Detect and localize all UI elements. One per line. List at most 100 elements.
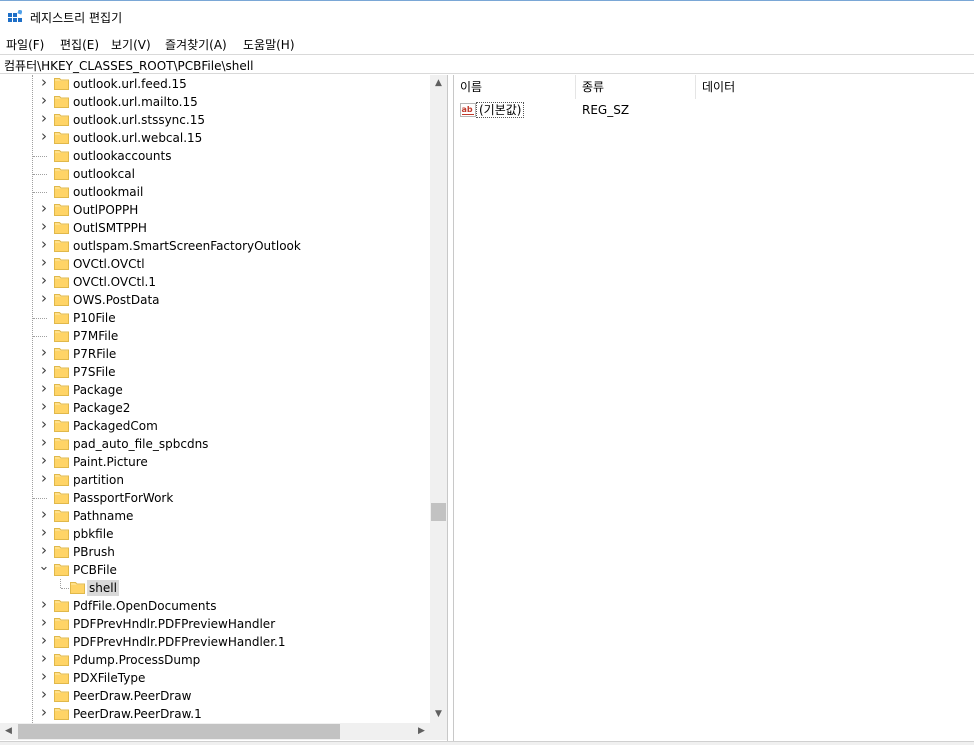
menu-view[interactable]: 보기(V) — [111, 36, 151, 53]
tree-item[interactable]: › PBrush — [0, 543, 430, 561]
chevron-right-icon[interactable]: › — [38, 633, 50, 648]
tree-item[interactable]: › outlook.url.stssync.15 — [0, 111, 430, 129]
chevron-right-icon[interactable]: › — [38, 291, 50, 306]
tree-item-label: outlookcal — [73, 167, 135, 181]
folder-icon — [54, 672, 69, 684]
tree-item[interactable]: › pad_auto_file_spbcdns — [0, 435, 430, 453]
chevron-right-icon[interactable]: › — [38, 93, 50, 108]
tree-item[interactable]: › outlook.url.mailto.15 — [0, 93, 430, 111]
column-header-data[interactable]: 데이터 — [696, 75, 816, 99]
menu-edit[interactable]: 편집(E) — [60, 36, 99, 53]
scroll-down-icon[interactable]: ▼ — [430, 706, 447, 723]
column-header-type[interactable]: 종류 — [576, 75, 696, 99]
tree-item[interactable]: › Pdump.ProcessDump — [0, 651, 430, 669]
folder-icon — [54, 384, 69, 396]
tree-item[interactable]: › Paint.Picture — [0, 453, 430, 471]
folder-icon — [54, 114, 69, 126]
tree-item[interactable]: › P7SFile — [0, 363, 430, 381]
tree-item[interactable]: › OVCtl.OVCtl.1 — [0, 273, 430, 291]
chevron-right-icon[interactable]: › — [38, 273, 50, 288]
chevron-right-icon[interactable]: › — [38, 345, 50, 360]
tree-item[interactable]: › pbkfile — [0, 525, 430, 543]
chevron-right-icon[interactable]: › — [38, 129, 50, 144]
tree-item[interactable]: › outlook.url.webcal.15 — [0, 129, 430, 147]
chevron-right-icon[interactable]: › — [38, 255, 50, 270]
chevron-right-icon[interactable]: › — [38, 201, 50, 216]
chevron-right-icon[interactable]: › — [38, 237, 50, 252]
scroll-left-icon[interactable]: ◀ — [0, 723, 17, 740]
scroll-up-icon[interactable]: ▲ — [430, 75, 447, 92]
chevron-right-icon[interactable]: › — [38, 435, 50, 450]
tree-item[interactable]: › Package — [0, 381, 430, 399]
folder-icon — [54, 510, 69, 522]
key-tree-pane[interactable]: › outlook.url.feed.15 › outlook.url.mailto.… — [0, 75, 448, 741]
chevron-right-icon[interactable]: › — [38, 453, 50, 468]
tree-vertical-scrollbar[interactable]: ▲ ▼ — [430, 75, 447, 723]
tree-vertical-scroll-thumb[interactable] — [431, 503, 446, 521]
tree-item[interactable]: › PdfFile.OpenDocuments — [0, 597, 430, 615]
address-bar[interactable]: 컴퓨터\HKEY_CLASSES_ROOT\PCBFile\shell — [0, 54, 974, 74]
tree-item[interactable]: PassportForWork — [0, 489, 430, 507]
chevron-right-icon[interactable]: › — [38, 507, 50, 522]
tree-item[interactable]: P10File — [0, 309, 430, 327]
tree-item[interactable]: › PeerDraw.PeerDraw — [0, 687, 430, 705]
chevron-right-icon[interactable]: › — [38, 111, 50, 126]
menu-file[interactable]: 파일(F) — [6, 36, 44, 53]
chevron-right-icon[interactable]: › — [38, 651, 50, 666]
tree-item[interactable]: › PeerDraw.PeerDraw.1 — [0, 705, 430, 723]
menu-help[interactable]: 도움말(H) — [243, 36, 295, 53]
tree-item[interactable]: › outlook.url.feed.15 — [0, 75, 430, 93]
tree-item[interactable]: › OWS.PostData — [0, 291, 430, 309]
column-header-name[interactable]: 이름 — [454, 75, 576, 99]
chevron-right-icon[interactable]: › — [38, 705, 50, 720]
chevron-right-icon[interactable]: › — [38, 399, 50, 414]
tree-item[interactable]: › P7RFile — [0, 345, 430, 363]
folder-icon — [54, 294, 69, 306]
tree-item[interactable]: › OutlSMTPPH — [0, 219, 430, 237]
chevron-right-icon[interactable]: › — [38, 219, 50, 234]
tree-item[interactable]: › partition — [0, 471, 430, 489]
tree-item[interactable]: outlookmail — [0, 183, 430, 201]
chevron-right-icon[interactable]: › — [38, 417, 50, 432]
chevron-right-icon[interactable]: › — [38, 75, 50, 90]
chevron-right-icon[interactable]: › — [38, 471, 50, 486]
tree-item[interactable]: › Package2 — [0, 399, 430, 417]
tree-item[interactable]: › OutlPOPPH — [0, 201, 430, 219]
chevron-right-icon[interactable]: › — [38, 363, 50, 378]
tree-horizontal-scroll-thumb[interactable] — [18, 724, 340, 739]
folder-icon — [54, 150, 69, 162]
tree-item-label: PdfFile.OpenDocuments — [73, 599, 217, 613]
tree-item[interactable]: › outlspam.SmartScreenFactoryOutlook — [0, 237, 430, 255]
scroll-right-icon[interactable]: ▶ — [413, 723, 430, 740]
chevron-down-icon[interactable]: ⌄ — [38, 560, 50, 573]
chevron-right-icon[interactable]: › — [38, 597, 50, 612]
chevron-right-icon[interactable]: › — [38, 381, 50, 396]
tree-connector-line — [33, 336, 47, 337]
tree-item[interactable]: › Pathname — [0, 507, 430, 525]
tree-item[interactable]: P7MFile — [0, 327, 430, 345]
chevron-right-icon[interactable]: › — [38, 615, 50, 630]
values-pane[interactable]: 이름 종류 데이터 ab (기본값) REG_SZ — [453, 75, 974, 741]
tree-item[interactable]: › PackagedCom — [0, 417, 430, 435]
tree-horizontal-scrollbar[interactable]: ◀ ▶ — [0, 723, 430, 740]
menu-favorites[interactable]: 즐겨찾기(A) — [165, 36, 227, 53]
chevron-right-icon[interactable]: › — [38, 525, 50, 540]
value-row[interactable]: ab (기본값) REG_SZ — [454, 100, 974, 120]
tree-item-label: P7RFile — [73, 347, 117, 361]
tree-child-item[interactable]: shell — [0, 579, 430, 597]
tree-item[interactable]: ⌄ PCBFile — [0, 560, 430, 579]
folder-icon — [54, 240, 69, 252]
chevron-right-icon[interactable]: › — [38, 543, 50, 558]
tree-connector-line — [60, 579, 61, 588]
chevron-right-icon[interactable]: › — [38, 687, 50, 702]
tree-item[interactable]: outlookcal — [0, 165, 430, 183]
tree-item[interactable]: › PDXFileType — [0, 669, 430, 687]
chevron-right-icon[interactable]: › — [38, 669, 50, 684]
tree-item[interactable]: outlookaccounts — [0, 147, 430, 165]
address-path[interactable]: 컴퓨터\HKEY_CLASSES_ROOT\PCBFile\shell — [4, 57, 253, 74]
tree-item[interactable]: › OVCtl.OVCtl — [0, 255, 430, 273]
tree-item[interactable]: › PDFPrevHndlr.PDFPreviewHandler.1 — [0, 633, 430, 651]
registry-editor-window: 레지스트리 편집기 파일(F) 편집(E) 보기(V) 즐겨찾기(A) 도움말(… — [0, 0, 974, 745]
value-name[interactable]: (기본값) — [476, 102, 525, 118]
tree-item[interactable]: › PDFPrevHndlr.PDFPreviewHandler — [0, 615, 430, 633]
